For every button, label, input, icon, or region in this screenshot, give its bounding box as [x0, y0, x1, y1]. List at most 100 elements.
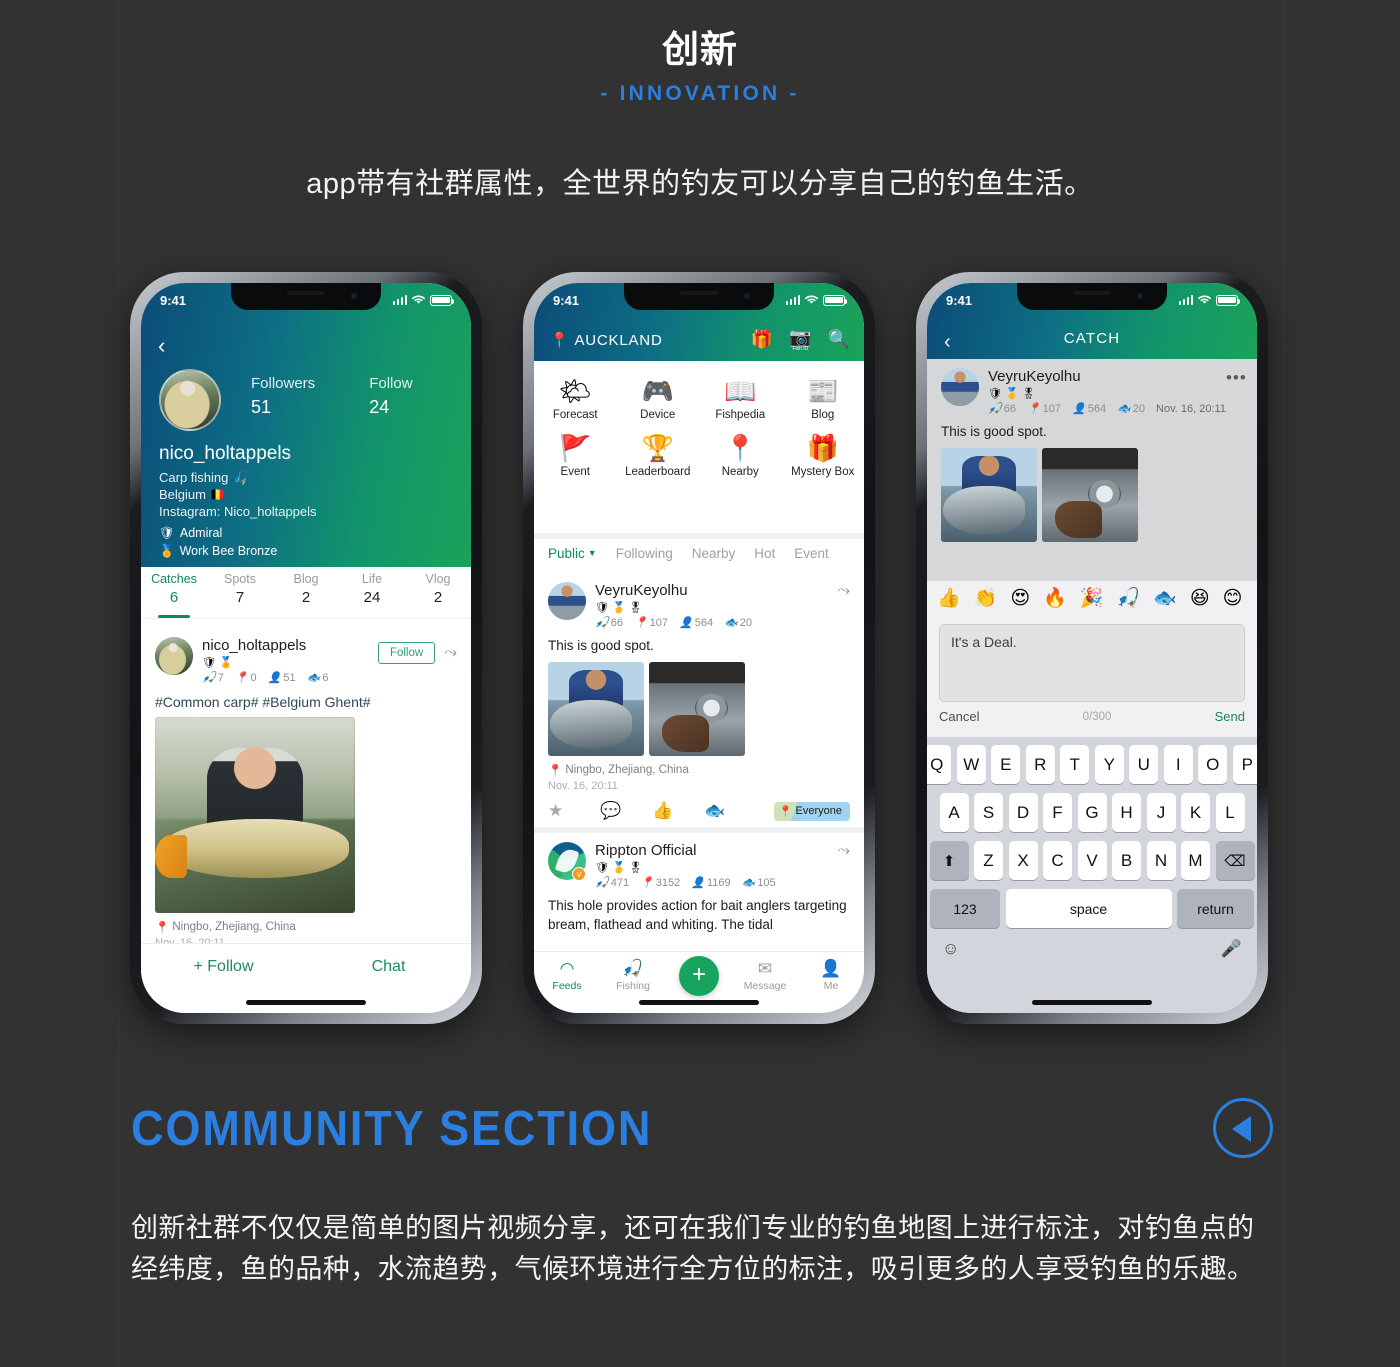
shortcut-nearby[interactable]: 📍 Nearby: [699, 427, 782, 484]
key-j[interactable]: J: [1146, 793, 1176, 832]
visibility-badge[interactable]: 📍 Everyone: [773, 801, 850, 821]
post-thumbnail[interactable]: [548, 662, 644, 756]
key-l[interactable]: L: [1215, 793, 1245, 832]
emoji-keyboard-icon[interactable]: ☺: [942, 939, 959, 959]
avatar[interactable]: [155, 637, 193, 675]
prev-arrow-button[interactable]: [1213, 1098, 1273, 1158]
emoji-fish[interactable]: 🐟: [1153, 586, 1177, 610]
emoji-smile[interactable]: 😊: [1223, 587, 1243, 610]
key-u[interactable]: U: [1129, 745, 1159, 784]
fish-id-camera-icon[interactable]: 📷 Fish ID: [789, 327, 811, 352]
shortcut-leaderboard[interactable]: 🏆 Leaderboard: [617, 427, 700, 484]
search-icon[interactable]: 🔍: [828, 329, 850, 350]
tab-catches[interactable]: Catches 6: [141, 567, 207, 618]
shortcut-fishpedia[interactable]: 📖 Fishpedia: [699, 370, 782, 427]
share-icon[interactable]: ⤳: [837, 582, 850, 600]
key-v[interactable]: V: [1077, 841, 1107, 880]
shift-key[interactable]: ⬆: [929, 841, 969, 880]
backspace-key[interactable]: ⌫: [1215, 841, 1255, 880]
stat-followers[interactable]: Followers 51: [251, 375, 315, 418]
share-icon[interactable]: ⤳: [444, 644, 457, 662]
avatar[interactable]: [941, 368, 979, 406]
favorite-icon[interactable]: ★: [548, 801, 600, 821]
shortcut-event[interactable]: 🚩 Event: [534, 427, 617, 484]
key-s[interactable]: S: [974, 793, 1003, 832]
emoji-fishing-rod[interactable]: 🎣: [1117, 586, 1141, 610]
key-p[interactable]: P: [1232, 745, 1257, 784]
emoji-laugh[interactable]: 😆: [1190, 587, 1210, 610]
follow-button[interactable]: Follow: [377, 642, 436, 664]
cancel-button[interactable]: Cancel: [939, 709, 979, 724]
location-selector[interactable]: 📍 AUCKLAND: [550, 331, 663, 350]
emoji-thumbsup[interactable]: 👍: [937, 586, 961, 610]
key-d[interactable]: D: [1008, 793, 1038, 832]
share-icon[interactable]: ⤳: [837, 842, 850, 860]
key-q[interactable]: Q: [927, 745, 952, 784]
shortcut-device[interactable]: 🎮 Device: [617, 370, 700, 427]
shortcut-forecast[interactable]: 🌤 Forecast: [534, 370, 617, 427]
key-o[interactable]: O: [1198, 745, 1228, 784]
comment-icon[interactable]: 💬: [600, 801, 652, 821]
post-tags[interactable]: #Common carp# #Belgium Ghent#: [155, 694, 457, 710]
key-r[interactable]: R: [1025, 745, 1055, 784]
shortcut-row-1: 🌤 Forecast 🎮 Device 📖 Fishpedia 📰 Blog: [534, 370, 864, 427]
filter-public[interactable]: Public ▼: [548, 546, 597, 561]
tab-blog[interactable]: Blog 2: [273, 567, 339, 618]
key-c[interactable]: C: [1043, 841, 1072, 880]
shortcut-blog[interactable]: 📰 Blog: [782, 370, 865, 427]
gift-icon[interactable]: 🎁: [751, 329, 773, 350]
tab-life[interactable]: Life 24: [339, 567, 405, 618]
avatar[interactable]: [159, 369, 221, 431]
key-a[interactable]: A: [939, 793, 969, 832]
emoji-party[interactable]: 🎉: [1080, 586, 1104, 610]
key-w[interactable]: W: [956, 745, 986, 784]
feed-list[interactable]: VeyruKeyolhu 🛡 🥇 🎖 🎣 66 📍 107 👤 564 🐟 20 ⤳: [534, 573, 864, 951]
fish-reaction-icon[interactable]: 🐟: [704, 801, 756, 821]
emoji-fire[interactable]: 🔥: [1043, 586, 1067, 610]
post-thumbnail[interactable]: [1042, 448, 1138, 542]
numbers-key[interactable]: 123: [930, 889, 1000, 928]
emoji-reaction-row[interactable]: 👍 👏 😍 🔥 🎉 🎣 🐟 😆 😊: [927, 581, 1257, 615]
post-thumbnail[interactable]: [941, 448, 1037, 542]
like-icon[interactable]: 👍: [652, 801, 704, 821]
key-m[interactable]: M: [1181, 841, 1210, 880]
key-g[interactable]: G: [1077, 793, 1107, 832]
key-t[interactable]: T: [1060, 745, 1090, 784]
back-button[interactable]: ‹: [158, 335, 165, 357]
create-post-button[interactable]: +: [679, 956, 719, 996]
shortcut-mystery-box[interactable]: 🎁 Mystery Box: [782, 427, 865, 484]
microphone-icon[interactable]: 🎤: [1221, 939, 1242, 959]
send-button[interactable]: Send: [1215, 709, 1245, 724]
filter-hot[interactable]: Hot: [754, 546, 775, 561]
location-text: Ningbo, Zhejiang, China: [172, 921, 296, 933]
tab-message[interactable]: ✉ Message: [732, 959, 798, 992]
tab-fishing[interactable]: 🎣 Fishing: [600, 959, 666, 992]
avatar[interactable]: [548, 582, 586, 620]
filter-event[interactable]: Event: [794, 546, 829, 561]
tab-vlog[interactable]: Vlog 2: [405, 567, 471, 618]
tab-feeds[interactable]: ◠ Feeds: [534, 959, 600, 992]
key-h[interactable]: H: [1112, 793, 1141, 832]
post-photo[interactable]: [155, 717, 355, 913]
key-e[interactable]: E: [991, 745, 1021, 784]
space-key[interactable]: space: [1005, 889, 1172, 928]
tab-spots[interactable]: Spots 7: [207, 567, 273, 618]
more-options-icon[interactable]: •••: [1226, 368, 1247, 388]
stat-follow[interactable]: Follow 24: [369, 375, 412, 418]
tab-me[interactable]: 👤 Me: [798, 959, 864, 992]
emoji-clap[interactable]: 👏: [974, 586, 998, 610]
key-f[interactable]: F: [1043, 793, 1072, 832]
filter-following[interactable]: Following: [616, 546, 673, 561]
key-n[interactable]: N: [1146, 841, 1176, 880]
key-k[interactable]: K: [1181, 793, 1210, 832]
emoji-heart-eyes[interactable]: 😍: [1010, 587, 1030, 610]
key-z[interactable]: Z: [974, 841, 1003, 880]
post-thumbnail[interactable]: [649, 662, 745, 756]
filter-nearby[interactable]: Nearby: [692, 546, 736, 561]
return-key[interactable]: return: [1177, 889, 1254, 928]
reply-input[interactable]: It's a Deal.: [939, 624, 1245, 702]
key-i[interactable]: I: [1163, 745, 1193, 784]
key-b[interactable]: B: [1112, 841, 1141, 880]
key-y[interactable]: Y: [1094, 745, 1124, 784]
key-x[interactable]: X: [1008, 841, 1038, 880]
